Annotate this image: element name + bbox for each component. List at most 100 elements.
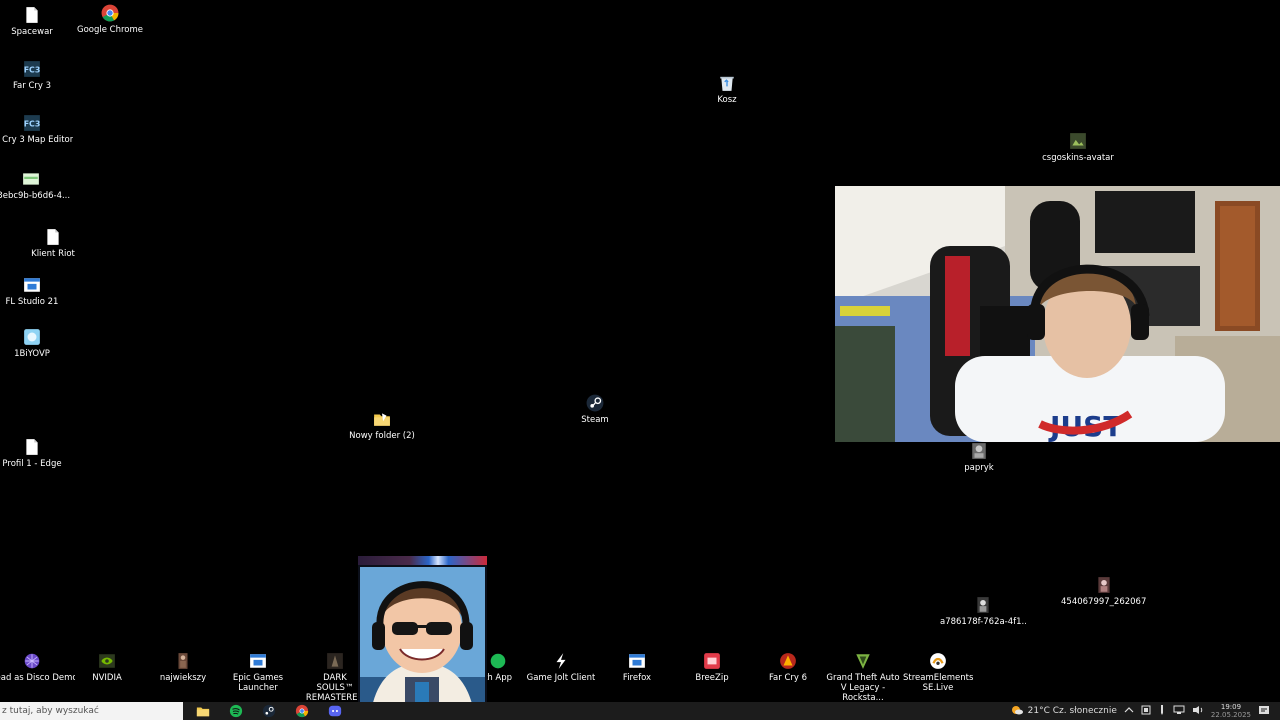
recycle-bin-icon [718,74,736,92]
desktop-icon-far-cry-6[interactable]: Far Cry 6 [748,652,828,683]
desktop-icon-firefox[interactable]: Firefox [597,652,677,683]
weather-text: 21°C Cz. słonecznie [1027,706,1117,716]
desktop-icon-label: Google Chrome [76,25,144,35]
desktop-icon-far-cry-3-editor[interactable]: FC3 ar Cry 3 Map Editor [0,114,74,145]
gta-icon [854,652,872,670]
webcam-feed-image: JUST [835,186,1280,442]
chrome-icon [101,4,119,22]
desktop-icon-label: Spacewar [11,27,53,37]
desktop-icon-dead-as-disco[interactable]: Dead as Disco Demo [0,652,75,683]
desktop-icon-label: Steam [581,415,609,425]
taskbar: z tutaj, aby wyszukać 21°C Cz. słoneczni… [0,702,1280,720]
desktop-icon-file-hash[interactable]: 63ebc9b-b6d6-4... [0,170,71,201]
desktop-icon-nowy-folder[interactable]: Nowy folder (2) [342,410,422,441]
clock-time: 19:09 [1220,703,1242,711]
pen-icon[interactable] [1158,704,1166,718]
desktop-icon-klient-riot[interactable]: Klient Riot [13,228,93,259]
desktop-icon-steam[interactable]: Steam [555,394,635,425]
desktop-icon-label: Far Cry 6 [768,673,808,683]
taskbar-search-input[interactable]: z tutaj, aby wyszukać [0,702,183,720]
image-file-icon [174,652,192,670]
desktop-icon-label: StreamElements SE.Live [903,673,973,693]
desktop-icon-image-4540[interactable]: 454067997_262067... [1061,576,1147,607]
file-explorer-icon[interactable] [195,703,211,719]
notifications-icon[interactable] [1258,704,1270,719]
desktop-icon-label: 454067997_262067... [1061,597,1147,607]
dark-souls-icon [326,652,344,670]
steam-icon[interactable] [261,703,277,719]
spotify-icon[interactable] [228,703,244,719]
desktop-icon-label: a786178f-762a-4f1... [940,617,1026,627]
window-shortcut-icon [628,652,646,670]
desktop-icon-label: NVIDIA [92,673,122,683]
desktop-icon-recycle-bin[interactable]: Kosz [687,74,767,105]
desktop-icon-label: csgoskins-avatar [1042,153,1114,163]
desktop-icon-label: Kosz [717,95,737,105]
image-file-icon [1095,576,1113,594]
character-image [360,567,485,718]
app-icon [23,328,41,346]
desktop-icon-breezip[interactable]: BreeZip [672,652,752,683]
desktop-icon-label: Grand Theft Auto V Legacy - Rocksta... [826,673,900,703]
desktop-icon-edge-profile[interactable]: Profil 1 - Edge [0,438,72,469]
desktop-icon-streamelements[interactable]: StreamElements SE.Live [898,652,978,693]
desktop-icon-fl-studio[interactable]: FL Studio 21 [0,276,72,307]
desktop-icon-label: Game Jolt Client [526,673,596,683]
network-icon[interactable] [1173,705,1185,718]
desktop-icon-label: Firefox [622,673,652,683]
window-shortcut-icon [23,276,41,294]
desktop-icon-game-jolt[interactable]: Game Jolt Client [521,652,601,683]
disco-ball-icon [23,652,41,670]
far-cry-6-icon [779,652,797,670]
desktop-icon-far-cry-3[interactable]: FC3 Far Cry 3 [0,60,72,91]
discord-icon[interactable] [327,703,343,719]
streamelements-icon [929,652,947,670]
taskbar-pinned-apps [195,703,343,719]
desktop-icon-image-a786[interactable]: a786178f-762a-4f1... [940,596,1026,627]
desktop-icon-label: th App [483,673,513,683]
nvidia-icon [98,652,116,670]
breezip-icon [703,652,721,670]
desktop-icon-spacewar[interactable]: Spacewar [0,6,72,37]
desktop-icon-label: Nowy folder (2) [349,431,415,441]
webcam-overlay: JUST [835,186,1280,442]
desktop-icon-najwiekszy[interactable]: najwiekszy [143,652,223,683]
desktop-icon-label: BreeZip [695,673,729,683]
desktop-icon-label: 1BiYOVP [14,349,50,359]
desktop-icon-csgoskins-avatar[interactable]: csgoskins-avatar [1038,132,1118,163]
file-icon [23,6,41,24]
desktop-icon-label: Dead as Disco Demo [0,673,75,683]
weather-sun-icon [1010,704,1024,719]
taskbar-clock[interactable]: 19:09 22.05.2025 [1211,703,1251,719]
desktop-icon-papryk[interactable]: papryk [939,442,1019,473]
weather-widget[interactable]: 21°C Cz. słonecznie [1010,704,1117,719]
svg-text:FC3: FC3 [24,65,41,74]
desktop-icon-1biyovp[interactable]: 1BiYOVP [0,328,72,359]
chevron-up-icon[interactable] [1124,706,1134,717]
desktop-icon-google-chrome[interactable]: Google Chrome [70,4,150,35]
file-icon [44,228,62,246]
window-shortcut-icon [249,652,267,670]
image-file-icon [1069,132,1087,150]
desktop-icon-label: FL Studio 21 [5,297,59,307]
image-file-icon [22,170,40,188]
folder-icon [373,410,391,428]
desktop-icon-label: Klient Riot [31,249,75,259]
overlay-top-bar [358,556,487,565]
game-jolt-icon [552,652,570,670]
desktop-icon-label: Far Cry 3 [12,81,52,91]
volume-icon[interactable] [1192,705,1204,718]
desktop-icon-label: ar Cry 3 Map Editor [0,135,74,145]
system-tray: 21°C Cz. słonecznie 19:09 22.05.2025 [1010,702,1280,720]
chrome-icon[interactable] [294,703,310,719]
desktop-icon-nvidia[interactable]: NVIDIA [67,652,147,683]
desktop-icon-gta5[interactable]: Grand Theft Auto V Legacy - Rocksta... [823,652,903,703]
app-icon [489,652,507,670]
desktop-icon-label: Epic Games Launcher [232,673,284,693]
clock-date: 22.05.2025 [1210,711,1251,719]
window-tray-icon[interactable] [1141,705,1151,718]
image-file-icon [970,442,988,460]
svg-text:FC3: FC3 [24,119,41,128]
desktop-icon-label: najwiekszy [159,673,207,683]
desktop-icon-epic-games[interactable]: Epic Games Launcher [218,652,298,693]
